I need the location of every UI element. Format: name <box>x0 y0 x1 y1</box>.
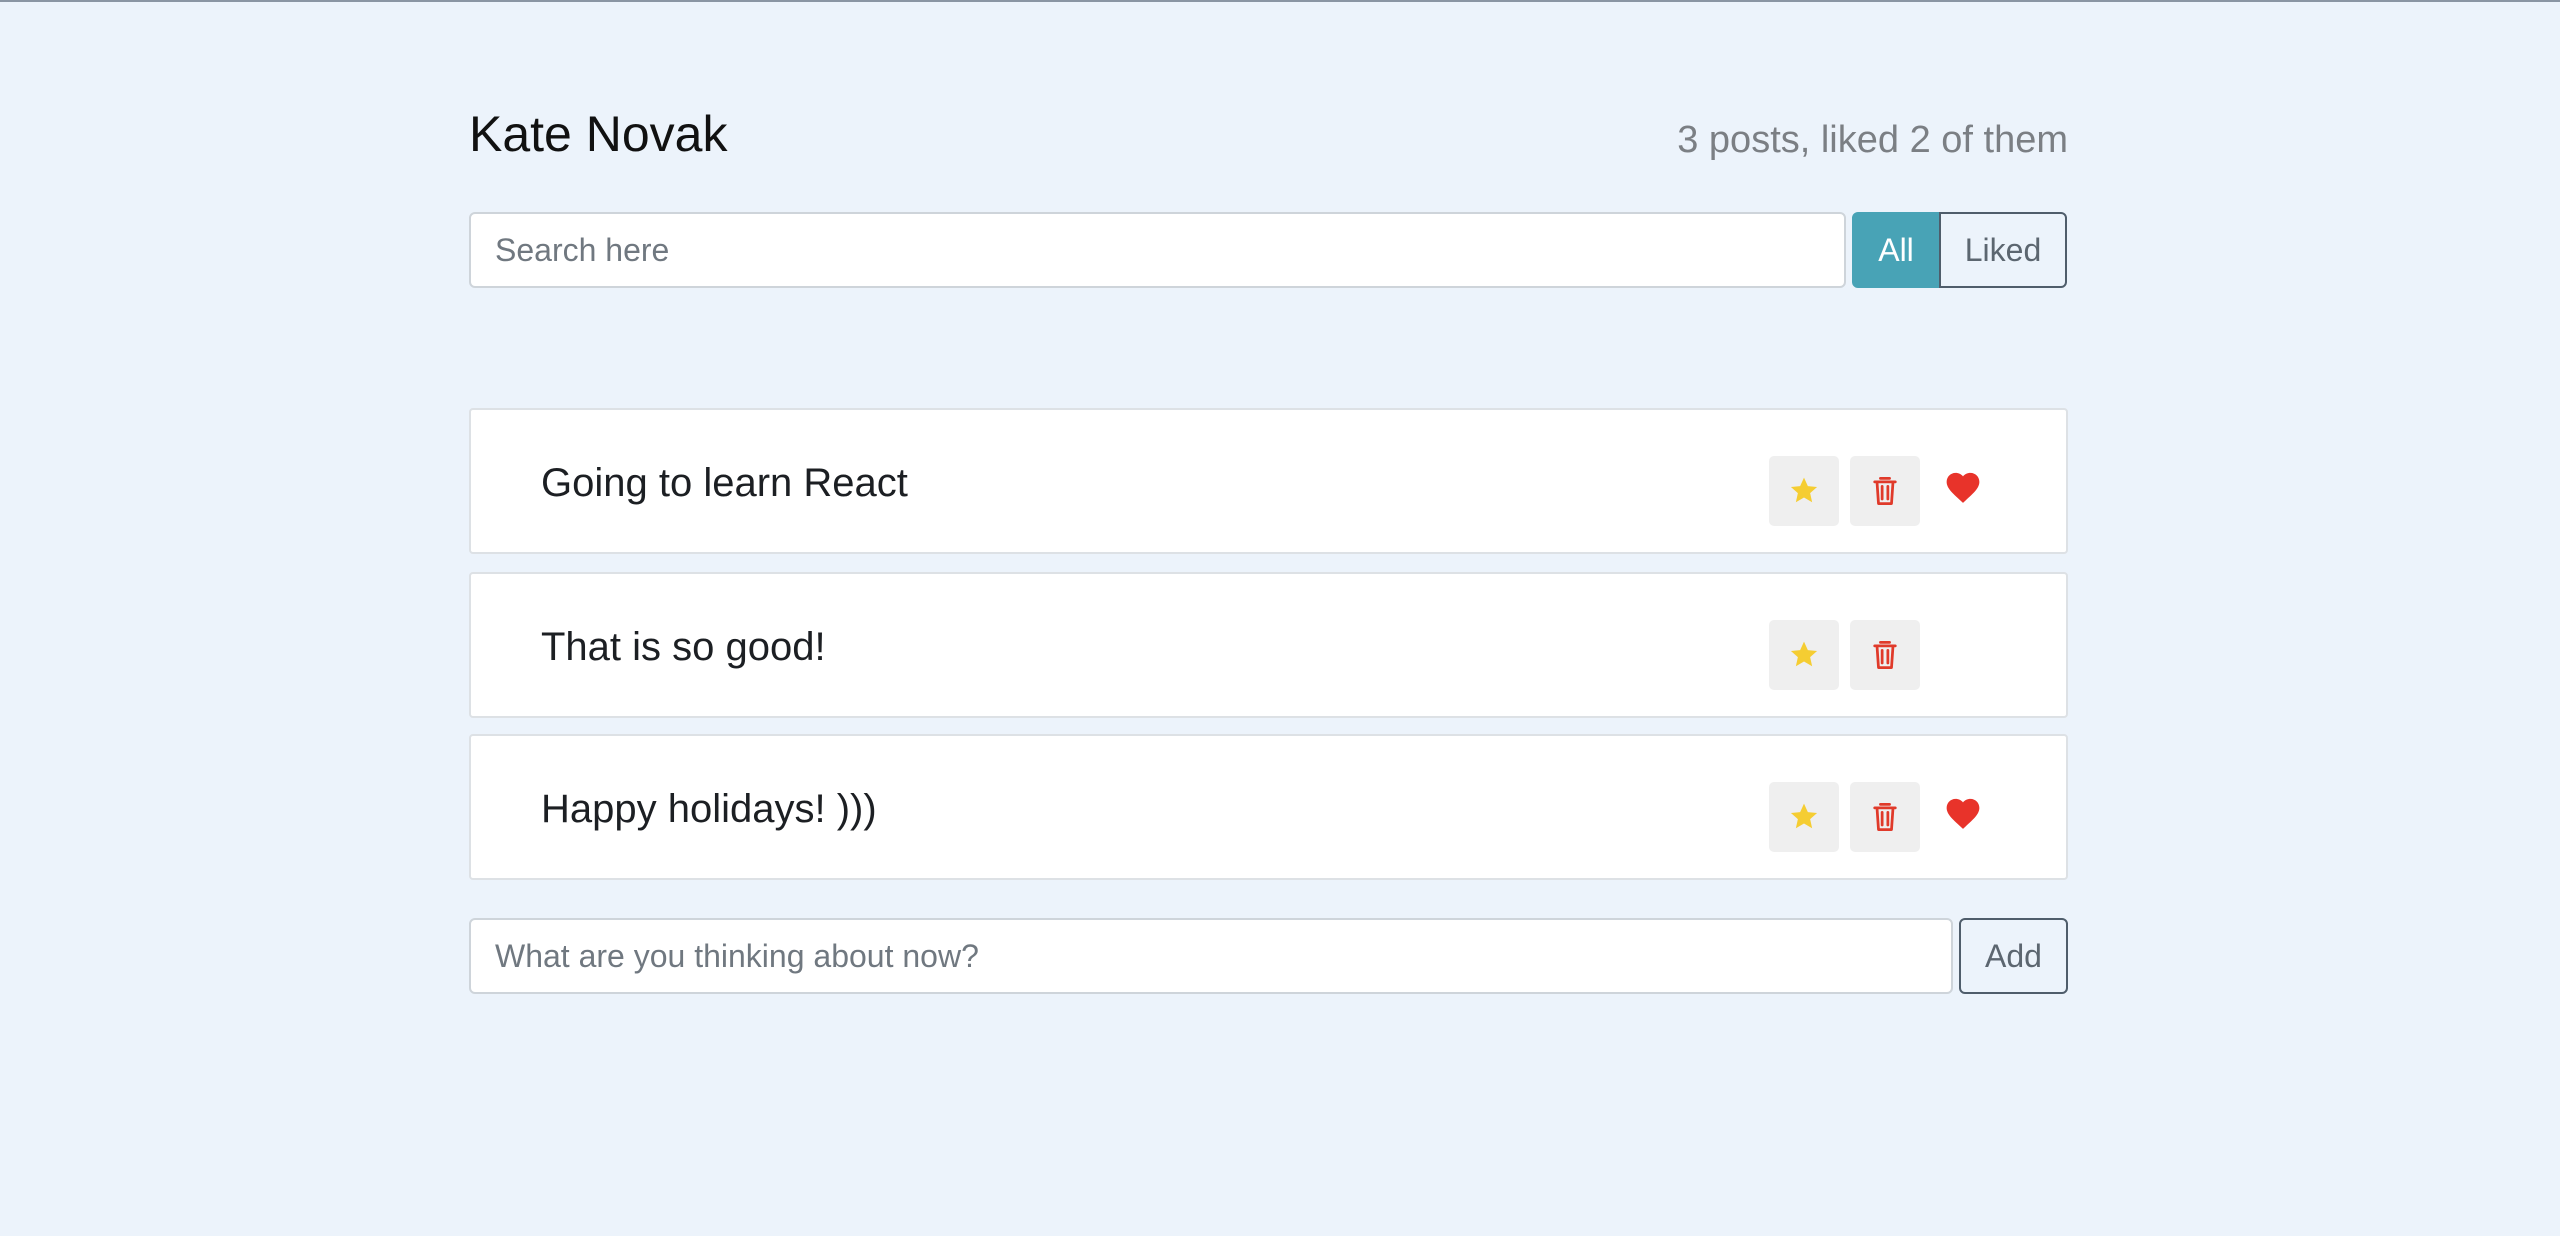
new-post-input[interactable] <box>469 918 1953 994</box>
trash-icon <box>1873 477 1897 505</box>
trash-icon <box>1873 641 1897 669</box>
top-divider <box>0 0 2560 2</box>
post-item: Happy holidays! ))) <box>469 734 2068 880</box>
app-header: Kate Novak 3 posts, liked 2 of them <box>469 100 2068 170</box>
star-button[interactable] <box>1769 456 1839 526</box>
heart-icon <box>1946 472 1980 503</box>
add-post-form: Add <box>469 918 2068 994</box>
star-icon <box>1790 477 1818 503</box>
delete-button[interactable] <box>1850 620 1920 690</box>
star-button[interactable] <box>1769 620 1839 690</box>
page-title: Kate Novak <box>469 106 728 162</box>
heart-icon <box>1946 798 1980 829</box>
post-label[interactable]: Happy holidays! ))) <box>541 786 877 832</box>
post-label[interactable]: Going to learn React <box>541 460 908 506</box>
trash-icon <box>1873 803 1897 831</box>
star-button[interactable] <box>1769 782 1839 852</box>
post-item: That is so good! <box>469 572 2068 718</box>
search-input[interactable] <box>469 212 1846 288</box>
filter-group: All Liked <box>1852 212 2067 288</box>
filter-all-button[interactable]: All <box>1852 212 1940 288</box>
search-panel: All Liked <box>469 212 2068 288</box>
filter-liked-button[interactable]: Liked <box>1939 212 2067 288</box>
star-icon <box>1790 803 1818 829</box>
delete-button[interactable] <box>1850 782 1920 852</box>
post-label[interactable]: That is so good! <box>541 624 826 670</box>
add-button[interactable]: Add <box>1959 918 2068 994</box>
star-icon <box>1790 641 1818 667</box>
delete-button[interactable] <box>1850 456 1920 526</box>
post-item: Going to learn React <box>469 408 2068 554</box>
posts-counter: 3 posts, liked 2 of them <box>1677 119 2068 161</box>
